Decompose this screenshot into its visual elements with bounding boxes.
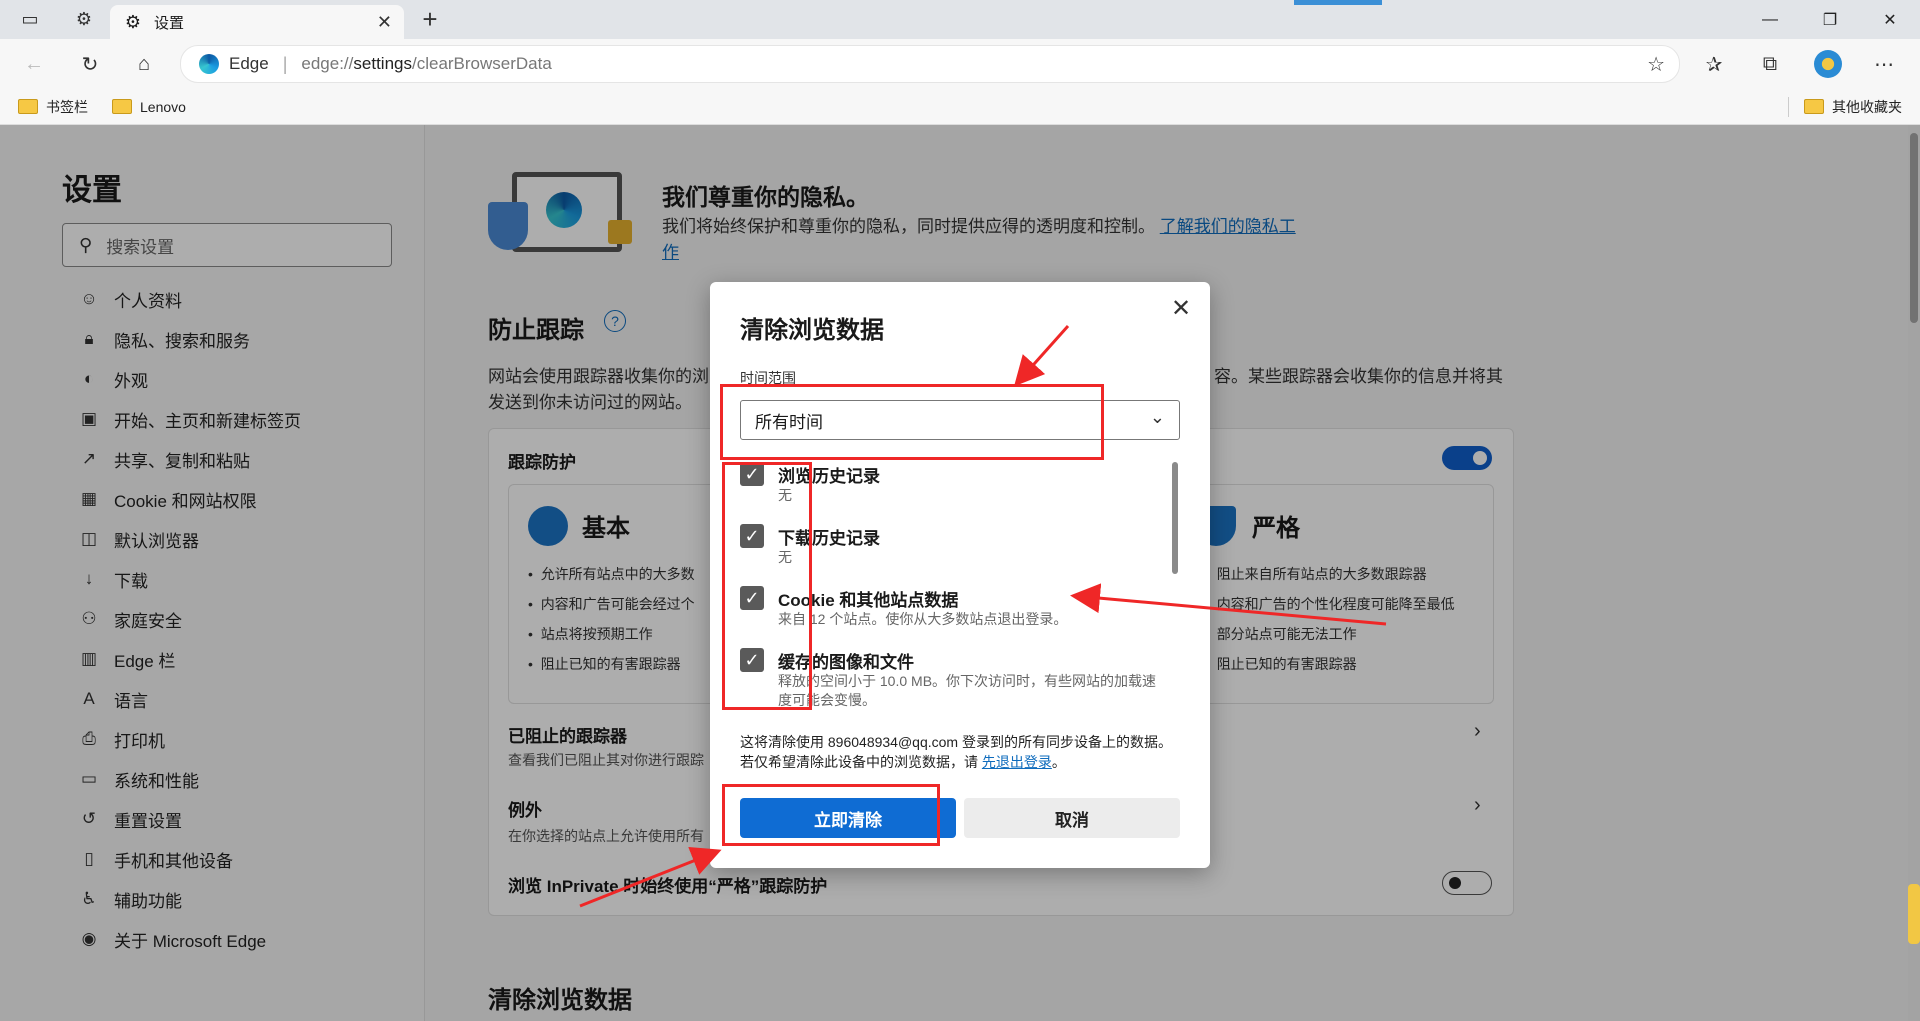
annotation-arrow (1014, 325, 1070, 387)
annotation-arrows (579, 325, 1387, 908)
annotation-arrow (579, 846, 722, 908)
annotation-arrow (1070, 583, 1387, 626)
